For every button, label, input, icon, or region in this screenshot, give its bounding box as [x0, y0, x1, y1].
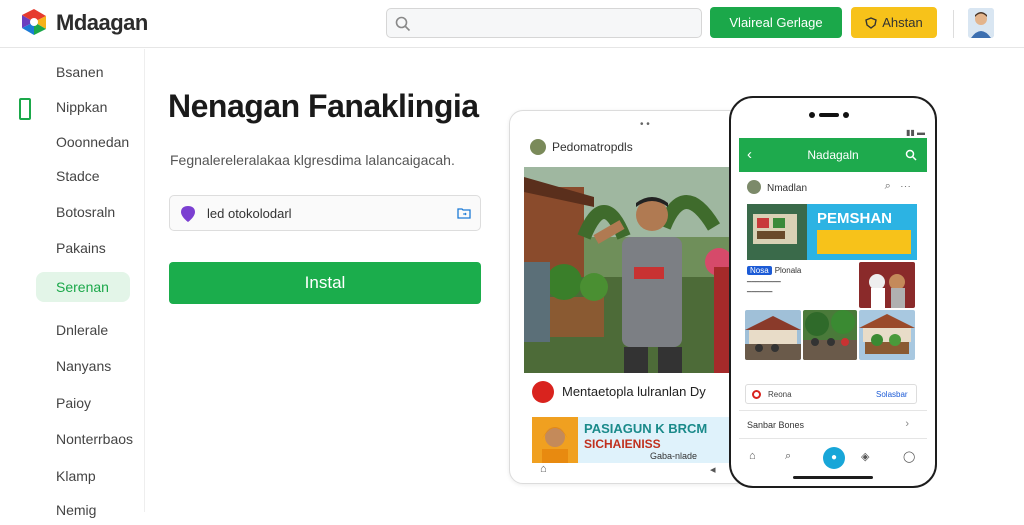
- camera-dots: • •: [640, 119, 650, 130]
- app-logo[interactable]: [20, 8, 48, 36]
- home-icon[interactable]: ⌂: [540, 463, 547, 475]
- ad-headline: PASIAGUN K BRCM: [584, 421, 708, 436]
- thumb-image: [859, 262, 915, 308]
- divider: [739, 438, 927, 439]
- thumb-image: [803, 310, 857, 360]
- tablet-post-user: Pedomatropdls: [552, 140, 633, 154]
- banner-title: PEMSHAN: [817, 210, 893, 227]
- ad-footnote: Gaba-nlade: [650, 451, 698, 461]
- phone-app-bar: ‹ Nadagaln: [739, 138, 927, 172]
- nav-icon[interactable]: ◂: [710, 463, 716, 476]
- phone-tag: Nosa Plonala: [747, 266, 801, 275]
- phone-status-bar: ▮▮ ▬: [905, 128, 925, 137]
- sidebar-item[interactable]: Pakains: [36, 233, 130, 263]
- folder-icon[interactable]: [457, 207, 471, 219]
- secondary-button-label: Ahstan: [882, 15, 923, 30]
- avatar: [747, 180, 761, 194]
- sidebar-item[interactable]: Ooonnedan: [36, 127, 130, 157]
- install-button[interactable]: Instal: [169, 262, 481, 304]
- phone-post-actions: ⌕ ⋯: [885, 180, 911, 193]
- record-icon: [752, 390, 761, 399]
- home-indicator: [793, 476, 873, 479]
- center-action-icon[interactable]: ●: [823, 447, 845, 469]
- search-icon[interactable]: [905, 149, 917, 161]
- tablet-post-header: Pedomatropdls: [530, 139, 633, 155]
- header-divider: [953, 10, 954, 38]
- sidebar-item[interactable]: Paioy: [36, 388, 130, 418]
- tablet-card[interactable]: Mentaetopla lulranlan Dy: [524, 379, 748, 419]
- location-input[interactable]: led otokolodarl: [169, 195, 481, 231]
- phone-bottom-nav: ⌂ ⌕ ● ◈ ◯: [739, 444, 927, 474]
- home-icon[interactable]: ⌂: [749, 450, 756, 462]
- sidebar-item[interactable]: Nemig: [36, 495, 130, 525]
- secondary-button[interactable]: Ahstan: [851, 7, 937, 38]
- phone-thumb[interactable]: [745, 310, 801, 360]
- phone-notch: [809, 112, 849, 118]
- avatar-image: [968, 8, 994, 38]
- tablet-nav: ⌂ ◂: [510, 463, 748, 483]
- divider: [739, 410, 927, 411]
- info-left-label: Reona: [768, 390, 792, 399]
- sidebar-item[interactable]: Bsanen: [36, 57, 130, 87]
- banner-stripe: [817, 230, 911, 254]
- search-icon[interactable]: ⌕: [885, 180, 891, 192]
- tablet-photo: [524, 167, 748, 373]
- profile-icon[interactable]: ◯: [903, 450, 915, 463]
- search-input[interactable]: [386, 8, 702, 38]
- phone-app-title: Nadagaln: [807, 148, 859, 162]
- sidebar-item[interactable]: Dnlerale: [36, 315, 130, 345]
- tag-text: Plonala: [774, 266, 802, 275]
- channel-icon: [532, 381, 554, 403]
- phone-preview: ▮▮ ▬ ‹ Nadagaln Nmadlan ⌕ ⋯ PEMSHAN Nosa…: [729, 96, 937, 488]
- thumb-image: [859, 310, 915, 360]
- input-value: led otokolodarl: [207, 206, 292, 221]
- tablet-card-title: Mentaetopla lulranlan Dy: [562, 384, 706, 399]
- info-right-label[interactable]: Solasbar: [876, 390, 908, 399]
- page-title: Nenagan Fanaklingia: [168, 88, 479, 124]
- phone-thumb[interactable]: [803, 310, 857, 360]
- chevron-right-icon[interactable]: ›: [905, 418, 909, 430]
- phone-thumb[interactable]: [859, 310, 915, 360]
- page-subtitle: Fegnalereleralakaa klgresdima lalancaiga…: [170, 152, 455, 168]
- sidebar: Bsanen Nippkan Ooonnedan Stadce Botosral…: [0, 49, 145, 518]
- more-icon[interactable]: ⋯: [900, 180, 911, 192]
- search-icon[interactable]: ⌕: [785, 450, 791, 463]
- phone-post-header: Nmadlan: [747, 180, 807, 194]
- sidebar-item[interactable]: Klamp: [36, 461, 130, 491]
- sidebar-item[interactable]: Nanyans: [36, 351, 130, 381]
- sidebar-item[interactable]: Stadce: [36, 161, 130, 191]
- tablet-ad-banner[interactable]: PASIAGUN K BRCM SICHAIENISS Gaba-nlade: [532, 417, 738, 463]
- brand-name: Mdaagan: [56, 10, 148, 35]
- thumb-image: [745, 310, 801, 360]
- tag-badge: Nosa: [747, 266, 772, 275]
- shield-icon[interactable]: ◈: [861, 450, 869, 463]
- phone-list-item[interactable]: Sanbar Bones: [747, 420, 804, 430]
- top-bar: Mdaagan Vlaireal Gerlage Ahstan: [0, 0, 1024, 48]
- ad-person-image: [532, 417, 578, 463]
- shield-badge-icon: [181, 206, 195, 222]
- phone-text-lines: ━━━━━━━━ ━━━━━━: [747, 279, 781, 296]
- tablet-preview: • • Pedomatropdls Mentaetopla lulranlan …: [509, 110, 749, 484]
- sidebar-item[interactable]: Botosraln: [36, 197, 130, 227]
- avatar: [530, 139, 546, 155]
- phone-thumb[interactable]: [859, 262, 915, 308]
- phone-info-row[interactable]: Reona Solasbar: [745, 384, 917, 404]
- sidebar-item-selected[interactable]: Serenan: [36, 272, 130, 302]
- sidebar-item-active[interactable]: Nippkan: [19, 92, 130, 122]
- ad-subheadline: SICHAIENISS: [584, 437, 661, 451]
- search-icon: [395, 16, 411, 32]
- primary-button[interactable]: Vlaireal Gerlage: [710, 7, 842, 38]
- shield-icon: [865, 17, 878, 29]
- phone-post-user: Nmadlan: [767, 183, 808, 194]
- user-avatar[interactable]: [968, 8, 994, 38]
- sidebar-item[interactable]: Nonterrbaos: [36, 424, 133, 454]
- phone-banner[interactable]: PEMSHAN: [747, 204, 917, 260]
- banner-image: [747, 204, 807, 260]
- market-photo: [524, 167, 748, 373]
